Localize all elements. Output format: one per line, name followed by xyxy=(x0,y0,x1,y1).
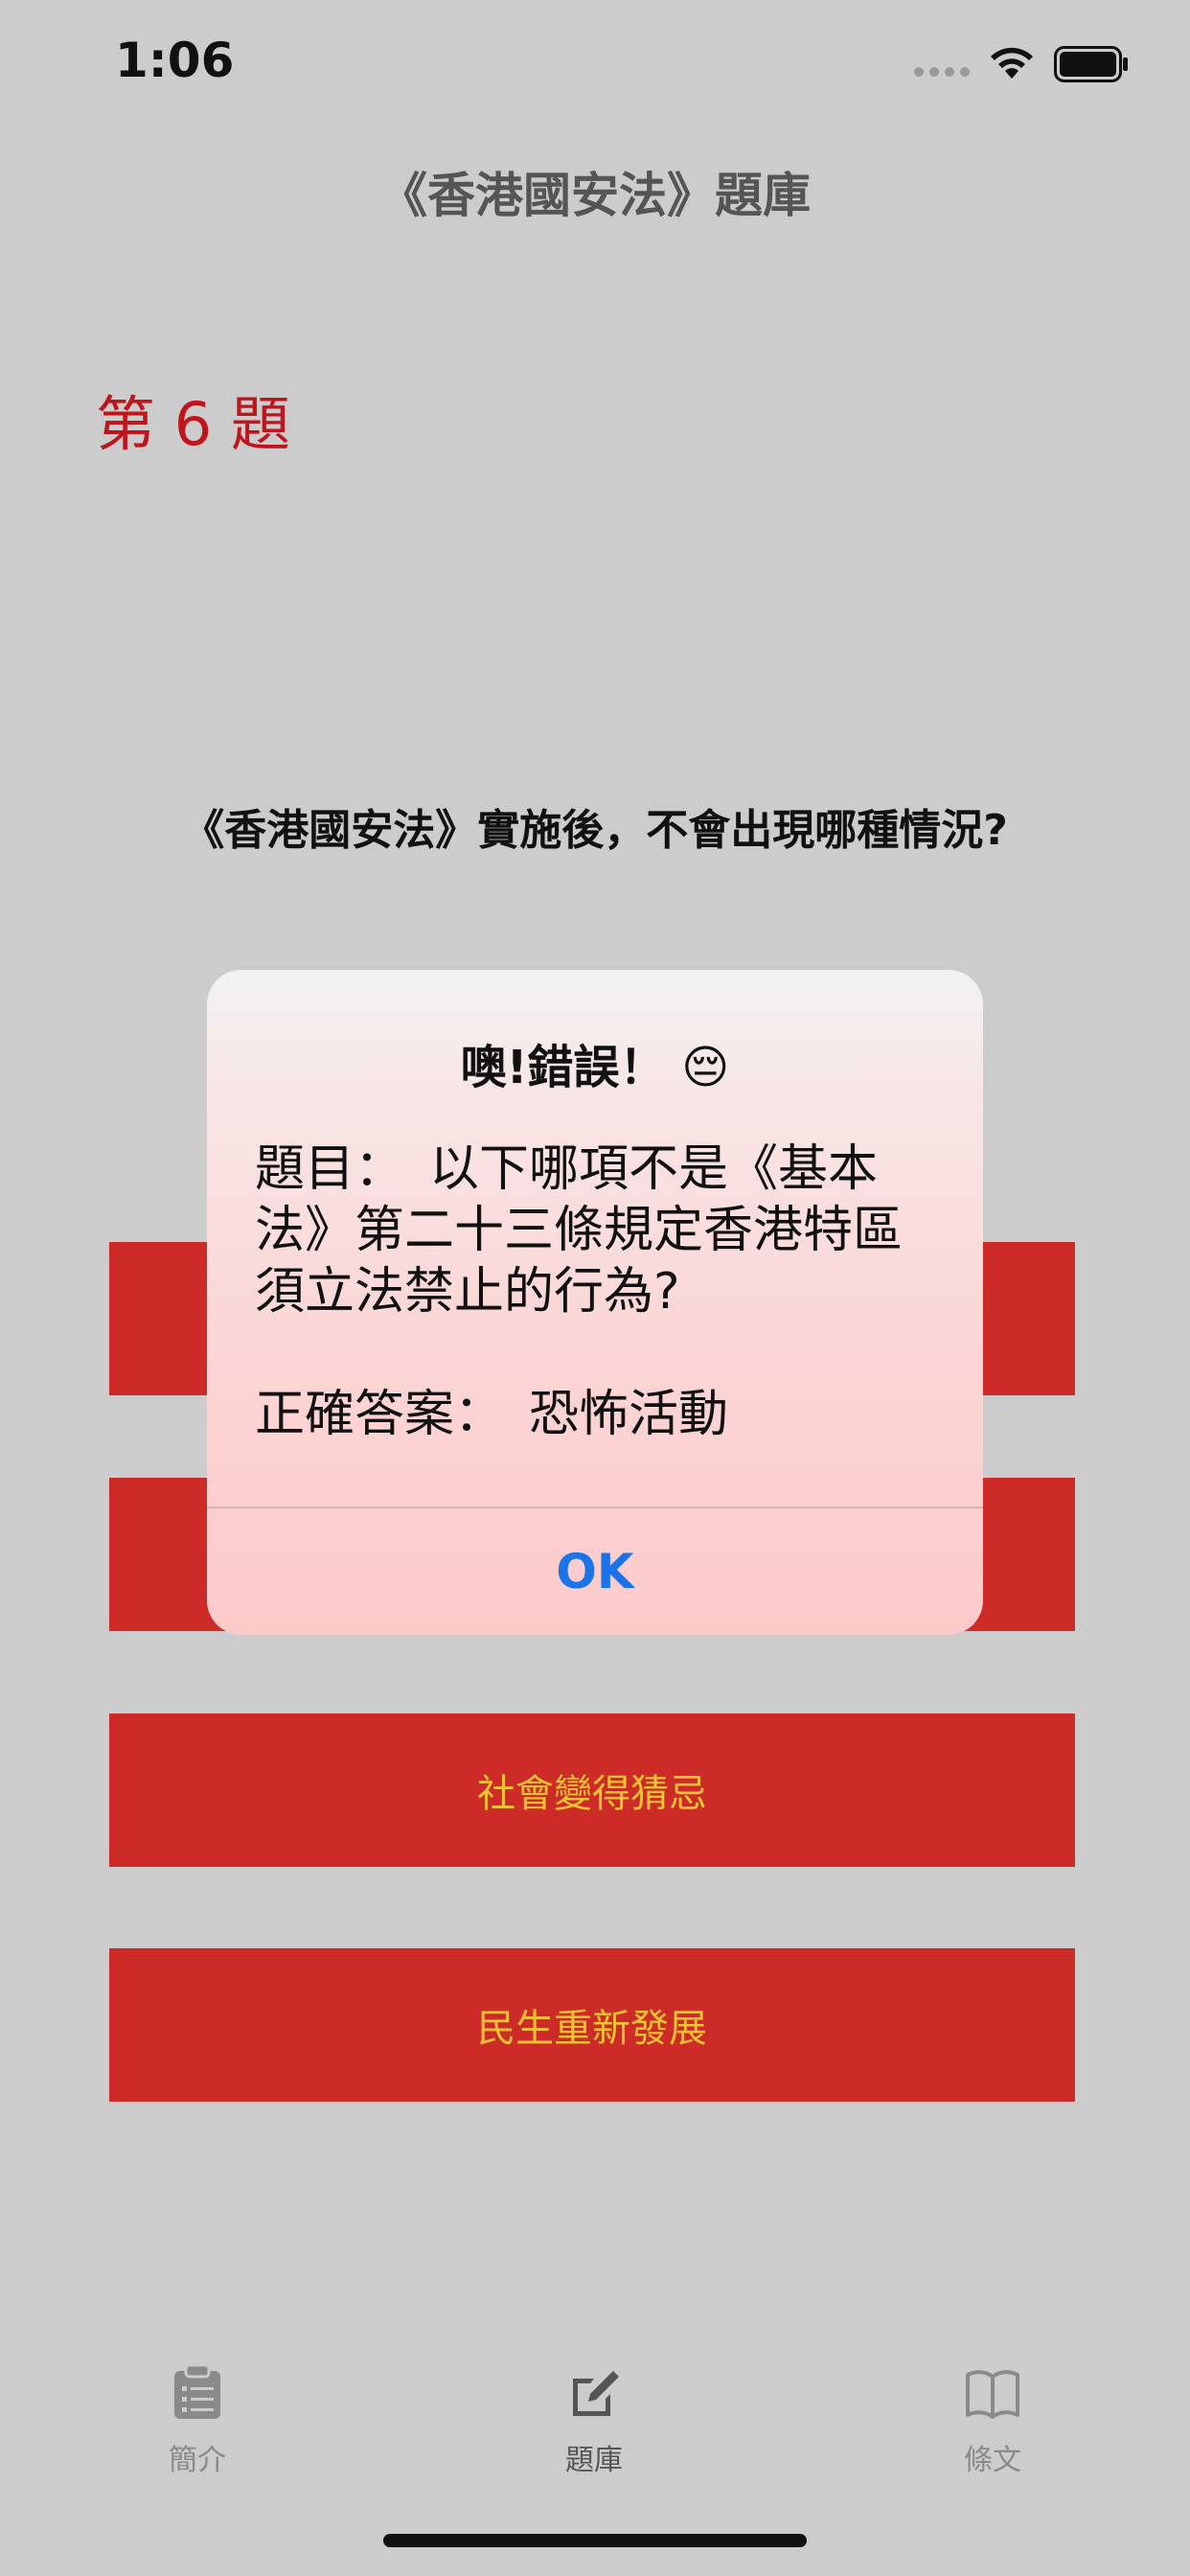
error-alert: 噢!錯誤！ 😔 題目： 以下哪項不是《基本法》第二十三條規定香港特區須立法禁止的… xyxy=(207,970,983,1635)
compose-icon xyxy=(573,2371,619,2416)
tab-intro-label: 簡介 xyxy=(169,2444,226,2477)
alert-ok-button[interactable]: OK xyxy=(207,1508,983,1635)
status-time: 1:06 xyxy=(115,33,235,88)
status-bar: 1:06 xyxy=(0,0,1190,134)
book-icon xyxy=(966,2370,1019,2419)
cellular-signal-icon xyxy=(914,67,970,77)
alert-message: 題目： 以下哪項不是《基本法》第二十三條規定香港特區須立法禁止的行為? 正確答案… xyxy=(255,1138,945,1445)
alert-question-line: 題目： 以下哪項不是《基本法》第二十三條規定香港特區須立法禁止的行為? xyxy=(255,1140,904,1321)
answer-button-3[interactable]: 社會變得猜忌 xyxy=(109,1714,1075,1867)
battery-icon xyxy=(1054,46,1128,82)
tab-articles[interactable]: 條文 xyxy=(878,2338,1108,2482)
answer-button-4[interactable]: 民生重新發展 xyxy=(109,1948,1075,2102)
tab-question-bank-label: 題庫 xyxy=(565,2444,623,2477)
alert-title-text: 噢!錯誤！ xyxy=(460,1041,666,1094)
nav-title: 《香港國安法》題庫 xyxy=(379,168,811,223)
question-number: 第 6 題 xyxy=(96,389,290,459)
clipboard-icon xyxy=(174,2363,220,2419)
tab-bar: 簡介 題庫 條文 xyxy=(0,2338,1190,2482)
tab-articles-label: 條文 xyxy=(964,2444,1021,2477)
alert-answer-line: 正確答案： 恐怖活動 xyxy=(255,1386,729,1443)
pensive-face-icon: 😔 xyxy=(681,1041,730,1094)
home-indicator[interactable] xyxy=(383,2534,807,2547)
screen: 1:06 《香港國安法》題庫 第 6 題 《香港國安法》實施後，不會出現哪種情況… xyxy=(0,0,1190,2576)
alert-title: 噢!錯誤！ 😔 xyxy=(207,1029,983,1096)
question-text: 《香港國安法》實施後，不會出現哪種情況? xyxy=(182,806,1008,855)
tab-intro[interactable]: 簡介 xyxy=(82,2338,312,2482)
tab-question-bank[interactable]: 題庫 xyxy=(479,2338,709,2482)
wifi-icon xyxy=(991,47,1033,79)
